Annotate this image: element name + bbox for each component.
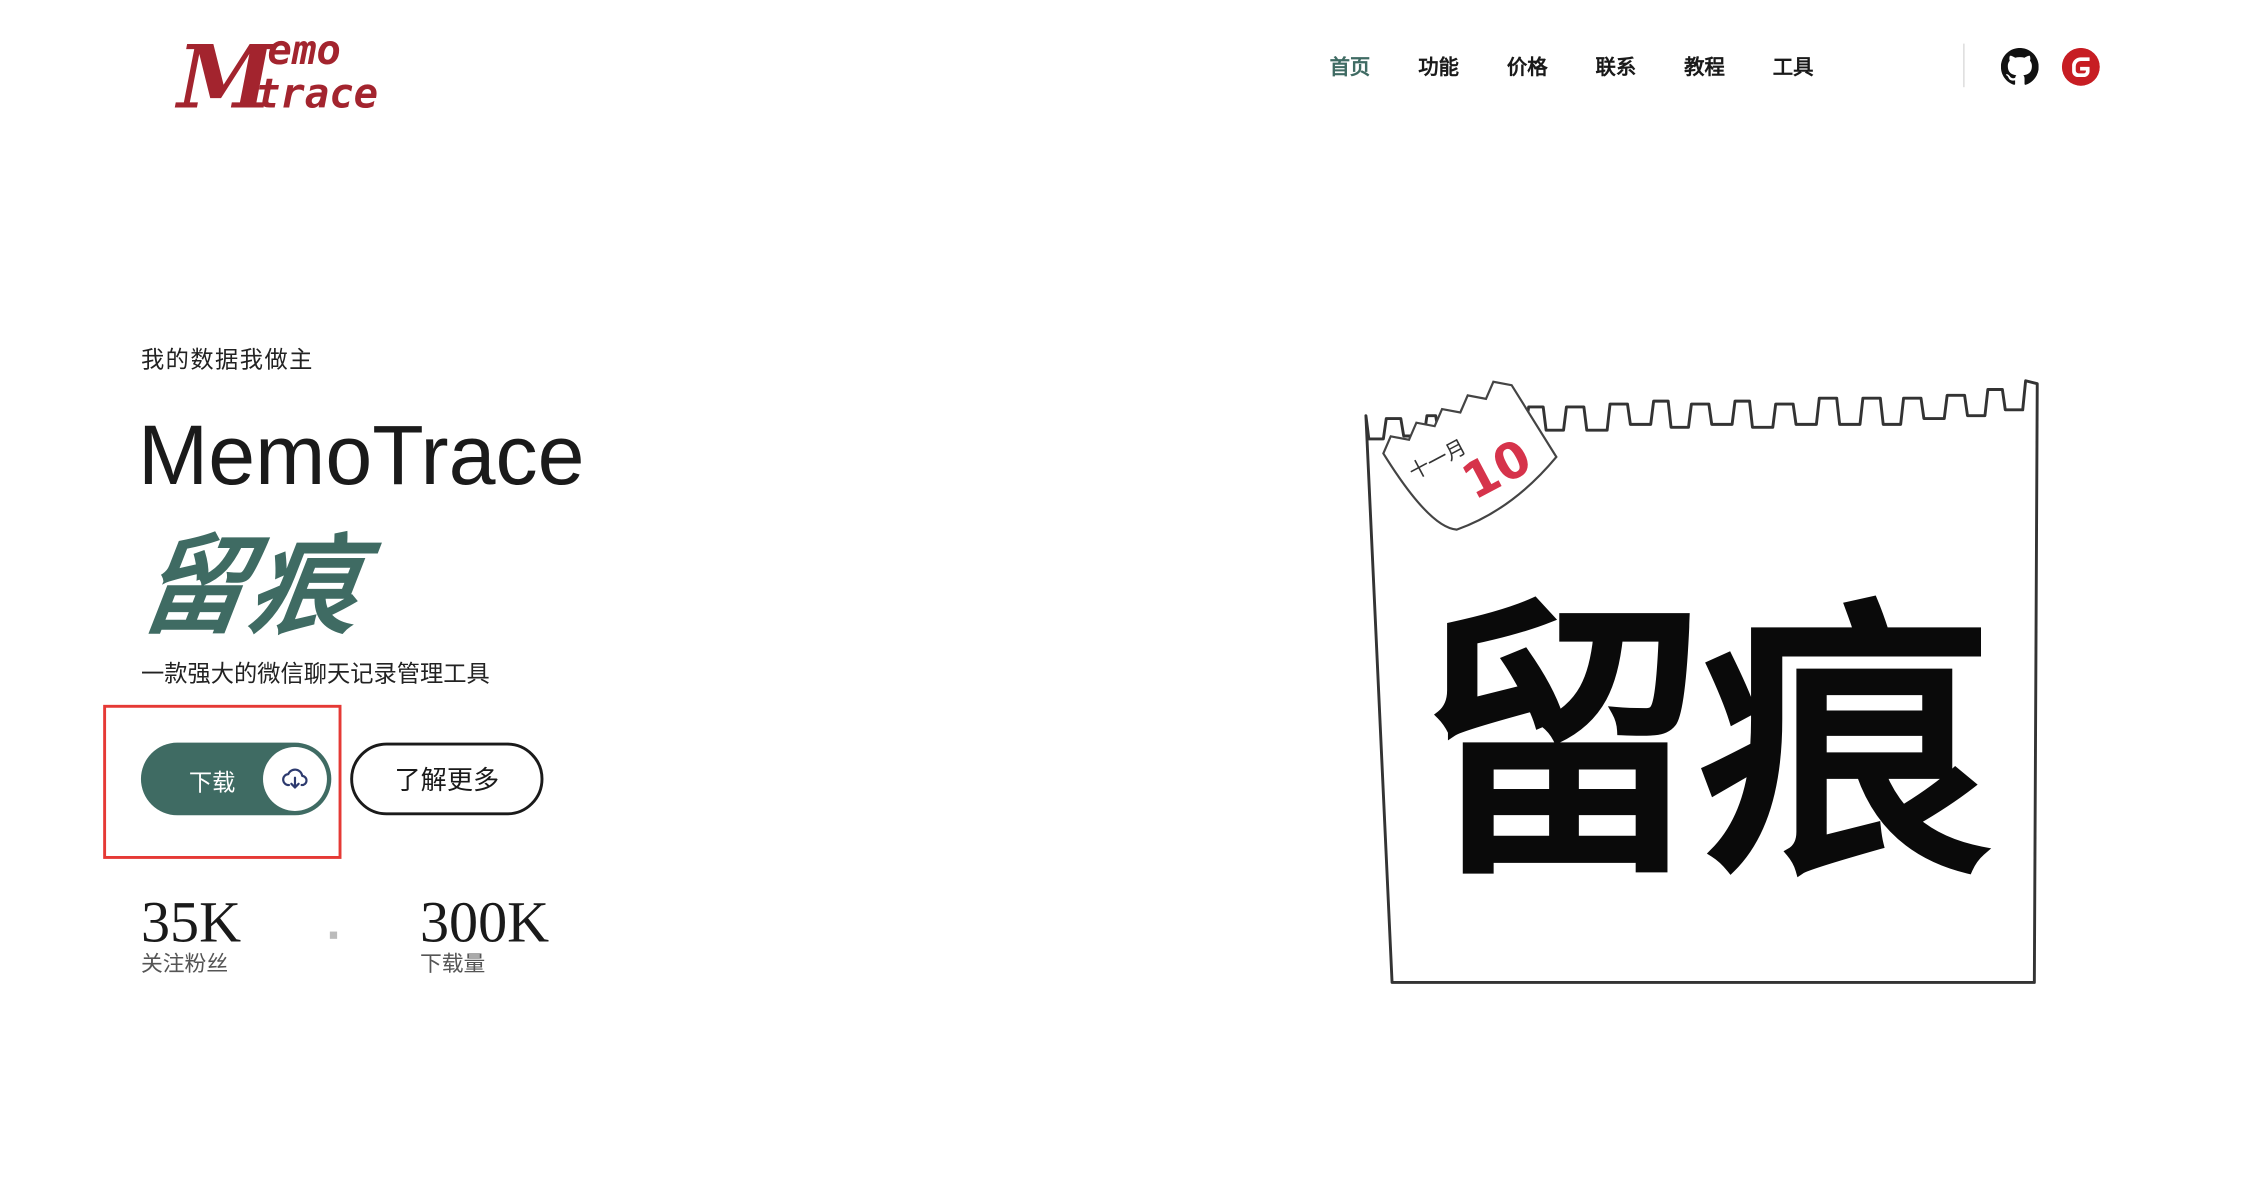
learn-more-button[interactable]: 了解更多 [350, 742, 544, 816]
gitee-icon[interactable] [2061, 47, 2100, 86]
memotrace-logo[interactable]: M emo trace [174, 20, 421, 120]
nav-item-tutorial[interactable]: 教程 [1684, 52, 1725, 81]
stat-downloads-label: 下载量 [419, 950, 486, 977]
hero-title-en: MemoTrace [138, 408, 585, 503]
github-icon[interactable] [2000, 47, 2039, 86]
illustration-big-text: 留痕 [1418, 576, 1995, 915]
stat-followers-value: 35K [140, 889, 242, 955]
download-icon-circle [263, 746, 327, 811]
logo-line2: trace [256, 70, 378, 118]
download-button[interactable]: 下载 [140, 742, 332, 816]
nav-divider [1963, 43, 1965, 88]
hero-illustration: 十一月 10 留痕 [1364, 379, 2039, 984]
hero-tagline: 我的数据我做主 [140, 345, 314, 374]
hero-subtitle: 一款强大的微信聊天记录管理工具 [140, 659, 490, 688]
logo-line1: emo [267, 26, 340, 74]
stat-separator [329, 931, 338, 939]
stat-downloads-value: 300K [419, 889, 550, 955]
nav-item-home[interactable]: 首页 [1330, 52, 1371, 81]
nav-item-contact[interactable]: 联系 [1596, 52, 1637, 81]
nav-item-tools[interactable]: 工具 [1773, 52, 1814, 81]
cloud-download-icon [282, 768, 308, 789]
main-nav: 首页 功能 价格 联系 教程 工具 [1330, 52, 1862, 81]
download-button-label: 下载 [188, 768, 236, 797]
hero-title-cn: 留痕 [132, 524, 371, 650]
stat-followers-label: 关注粉丝 [140, 950, 229, 977]
nav-item-pricing[interactable]: 价格 [1507, 52, 1548, 81]
nav-item-features[interactable]: 功能 [1418, 52, 1459, 81]
